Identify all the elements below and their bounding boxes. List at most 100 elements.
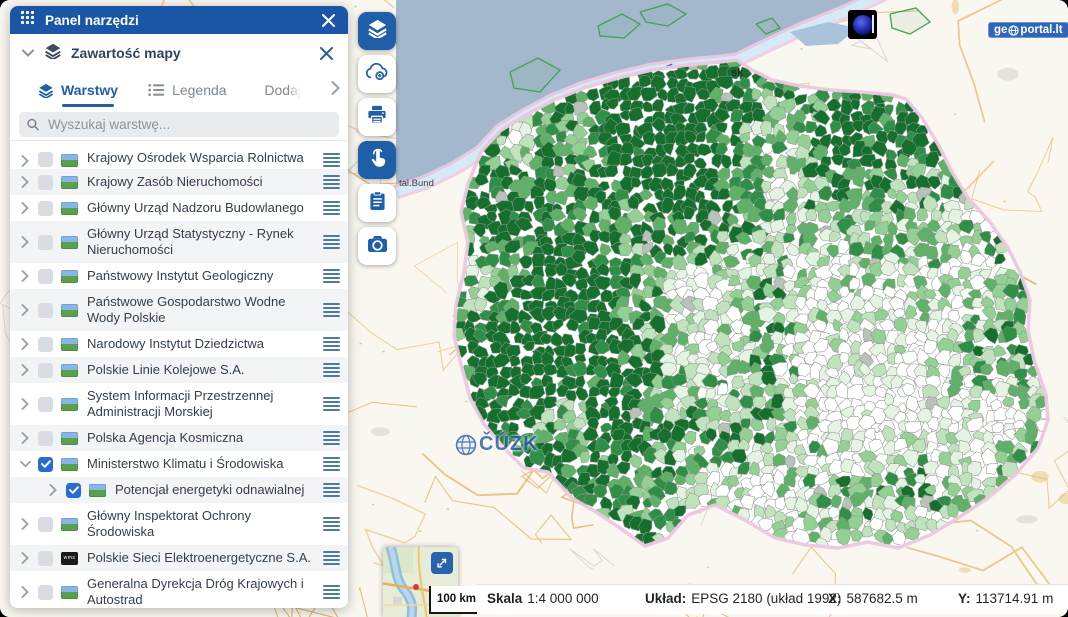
toolbar-button-cloud-add[interactable] <box>358 55 396 93</box>
layer-menu-icon[interactable] <box>323 175 340 189</box>
svg-text:tal.Bund: tal.Bund <box>399 178 434 189</box>
chevron-right-icon[interactable] <box>12 155 38 167</box>
layer-menu-icon[interactable] <box>323 363 340 377</box>
toolbar-button-clipboard[interactable] <box>358 184 396 222</box>
tabs-overflow-chevron-icon[interactable] <box>331 81 340 100</box>
layer-row[interactable]: Krajowy Zasób Nieruchomości <box>10 169 348 195</box>
chevron-right-icon[interactable] <box>12 236 38 248</box>
layer-checkbox[interactable] <box>38 152 53 167</box>
tab-dodaj-label: Dodaj <box>264 82 301 98</box>
layer-checkbox[interactable] <box>38 303 53 318</box>
layer-row[interactable]: Narodowy Instytut Dziedzictwa <box>10 331 348 357</box>
chevron-right-icon[interactable] <box>12 364 38 376</box>
layer-row[interactable]: Główny Urząd Nadzoru Budowlanego <box>10 195 348 221</box>
layer-search[interactable] <box>19 112 339 137</box>
chevron-right-icon[interactable] <box>12 176 38 188</box>
layer-menu-icon[interactable] <box>323 517 340 531</box>
layer-thumbnail <box>89 484 106 497</box>
layer-checkbox[interactable] <box>38 431 53 446</box>
chevron-right-icon[interactable] <box>12 202 38 214</box>
layer-menu-icon[interactable] <box>323 551 340 565</box>
layer-label: Krajowy Ośrodek Wsparcia Rolnictwa <box>87 148 317 168</box>
layer-menu-icon[interactable] <box>323 269 340 283</box>
collapse-chevron-icon[interactable] <box>22 44 34 62</box>
layer-checkbox[interactable] <box>38 269 53 284</box>
chevron-right-icon[interactable] <box>12 518 38 530</box>
chevron-right-icon[interactable] <box>12 270 38 282</box>
layer-menu-icon[interactable] <box>323 235 340 249</box>
layer-menu-icon[interactable] <box>323 585 340 599</box>
layer-row[interactable]: Polskie Linie Kolejowe S.A. <box>10 357 348 383</box>
layer-checkbox[interactable] <box>38 363 53 378</box>
layer-row[interactable]: Główny Inspektorat Ochrony Środowiska <box>10 503 348 545</box>
clipboard-icon <box>369 191 386 216</box>
globe-icon <box>1008 25 1019 36</box>
layer-checkbox[interactable] <box>38 551 53 566</box>
layer-menu-icon[interactable] <box>323 457 340 471</box>
layer-row[interactable]: Krajowy Ośrodek Wsparcia Rolnictwa <box>10 141 348 169</box>
layer-row[interactable]: System Informacji Przestrzennej Administ… <box>10 383 348 425</box>
layer-checkbox[interactable] <box>38 397 53 412</box>
svg-text:sk: sk <box>731 67 744 79</box>
layer-row[interactable]: wmsPolskie Sieci Elektroenergetyczne S.A… <box>10 545 348 571</box>
layer-thumbnail <box>61 176 78 189</box>
badge-text-suffix: portal.lt <box>1020 24 1062 36</box>
tab-dodaj[interactable]: Dodaj <box>257 72 301 108</box>
cuzk-globe-icon <box>455 434 477 456</box>
y-coordinate-readout: Y:113714.91 m <box>958 591 1053 606</box>
layer-row[interactable]: Generalna Dyrekcja Dróg Krajowych i Auto… <box>10 571 348 608</box>
layer-checkbox[interactable] <box>38 585 53 600</box>
toolbar-button-camera[interactable] <box>358 227 396 265</box>
layer-row[interactable]: Ministerstwo Klimatu i Środowiska <box>10 451 348 477</box>
section-title: Zawartość mapy <box>71 45 316 61</box>
layer-thumbnail <box>61 518 78 531</box>
minimap-expand-button[interactable] <box>431 552 453 574</box>
chevron-right-icon[interactable] <box>12 304 38 316</box>
layer-checkbox[interactable] <box>38 337 53 352</box>
section-close-icon[interactable] <box>316 43 336 63</box>
layer-menu-icon[interactable] <box>323 483 340 497</box>
layer-label: System Informacji Przestrzennej Administ… <box>87 386 317 422</box>
tab-legenda[interactable]: Legenda <box>148 72 227 108</box>
geoportal-lt-badge[interactable]: geportal.lt <box>988 22 1068 38</box>
layer-row[interactable]: Potencjał energetyki odnawialnej <box>10 477 348 503</box>
layer-label: Narodowy Instytut Dziedzictwa <box>87 334 317 354</box>
chevron-right-icon[interactable] <box>12 398 38 410</box>
chevron-right-icon[interactable] <box>40 484 66 496</box>
layer-menu-icon[interactable] <box>323 397 340 411</box>
toolbar-button-printer[interactable] <box>358 98 396 136</box>
layer-row[interactable]: Polska Agencja Kosmiczna <box>10 425 348 451</box>
panel-close-icon[interactable] <box>318 10 338 30</box>
layer-menu-icon[interactable] <box>323 303 340 317</box>
chevron-right-icon[interactable] <box>12 586 38 598</box>
layer-checkbox[interactable] <box>38 175 53 190</box>
toolbar-button-layers[interactable] <box>358 12 396 50</box>
chevron-right-icon[interactable] <box>12 432 38 444</box>
layer-checkbox[interactable] <box>38 201 53 216</box>
layer-menu-icon[interactable] <box>323 153 340 167</box>
layer-thumbnail <box>61 338 78 351</box>
search-input[interactable] <box>46 116 331 133</box>
layers-icon <box>44 43 62 64</box>
layer-row[interactable]: Główny Urząd Statystyczny - Rynek Nieruc… <box>10 221 348 263</box>
chevron-right-icon[interactable] <box>12 552 38 564</box>
toolbar-button-touch-pointer[interactable] <box>358 141 396 179</box>
layer-thumbnail: wms <box>61 552 78 565</box>
layer-row[interactable]: Państwowy Instytut Geologiczny <box>10 263 348 289</box>
chevron-down-icon[interactable] <box>12 460 38 468</box>
layer-menu-icon[interactable] <box>323 201 340 215</box>
layer-thumbnail <box>61 398 78 411</box>
tab-warstwy[interactable]: Warstwy <box>38 72 118 108</box>
layer-thumbnail <box>61 202 78 215</box>
layer-checkbox[interactable] <box>38 457 53 472</box>
layer-checkbox[interactable] <box>38 517 53 532</box>
layer-checkbox[interactable] <box>66 483 81 498</box>
layer-row[interactable]: Państwowe Gospodarstwo Wodne Wody Polski… <box>10 289 348 331</box>
layer-list: Krajowy Ośrodek Wsparcia RolnictwaKrajow… <box>10 140 348 608</box>
layer-menu-icon[interactable] <box>323 337 340 351</box>
scale-readout: Skala1:4 000 000 <box>487 591 599 606</box>
layer-menu-icon[interactable] <box>323 431 340 445</box>
chevron-right-icon[interactable] <box>12 338 38 350</box>
webcam-marker[interactable] <box>848 10 877 39</box>
layer-checkbox[interactable] <box>38 235 53 250</box>
